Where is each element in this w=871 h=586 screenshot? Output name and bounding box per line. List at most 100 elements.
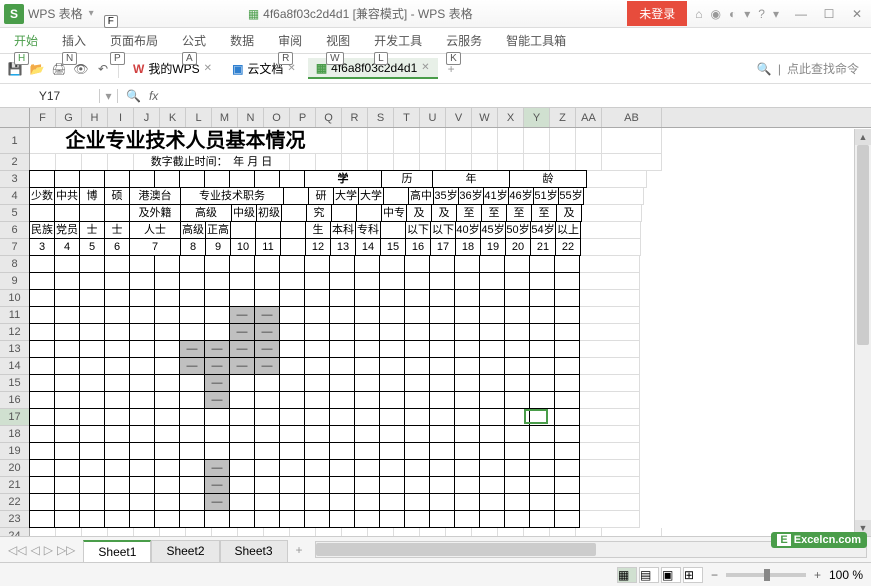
cell-X7[interactable]: 19 [480,238,506,256]
cell-U19[interactable] [404,442,430,460]
cell-Y8[interactable] [504,255,530,273]
cell-G11[interactable] [54,306,80,324]
cell-M24[interactable] [212,528,238,536]
cell-L24[interactable] [186,528,212,536]
cell-N12[interactable] [229,323,255,341]
cell-AB22[interactable] [580,494,640,511]
cell-I21[interactable] [104,476,130,494]
cell-L16[interactable] [179,391,205,409]
cell-P13[interactable] [279,340,305,358]
cell-V7[interactable]: 17 [430,238,456,256]
cell-V3[interactable]: 年 [432,170,510,188]
cell-F1[interactable]: 企业专业技术人员基本情况 [30,128,342,154]
cell-M21[interactable] [204,476,230,494]
cell-M11[interactable] [204,306,230,324]
cell-AB3[interactable] [587,171,647,188]
cell-J23[interactable] [129,510,155,528]
view-button-1[interactable]: ▤ [639,567,659,583]
cell-I17[interactable] [104,408,130,426]
cell-Y6[interactable]: 50岁 [505,221,531,239]
cell-L15[interactable] [179,374,205,392]
cell-Z13[interactable] [529,340,555,358]
cell-K15[interactable] [154,374,180,392]
cell-F10[interactable] [29,289,55,307]
cell-AA21[interactable] [554,476,580,494]
cell-AA2[interactable] [576,154,602,171]
zoom-out-button[interactable]: − [711,568,718,582]
cell-W23[interactable] [454,510,480,528]
cell-N5[interactable]: 中级 [231,204,257,222]
cell-O24[interactable] [264,528,290,536]
cell-I7[interactable]: 6 [104,238,130,256]
cell-Z11[interactable] [529,306,555,324]
cell-G15[interactable] [54,374,80,392]
name-box[interactable]: Y17 [0,89,100,103]
cell-Y12[interactable] [504,323,530,341]
cell-V17[interactable] [429,408,455,426]
col-header-S[interactable]: S [368,108,394,127]
cell-L11[interactable] [179,306,205,324]
cell-K9[interactable] [154,272,180,290]
cell-X16[interactable] [479,391,505,409]
cell-K24[interactable] [160,528,186,536]
cell-U2[interactable] [420,154,446,171]
cell-P4[interactable] [283,187,309,205]
cell-Y7[interactable]: 20 [505,238,531,256]
cell-AB9[interactable] [580,273,640,290]
app-menu-dropdown[interactable]: ▾ [89,8,94,19]
col-header-R[interactable]: R [342,108,368,127]
cell-K21[interactable] [154,476,180,494]
cell-Q13[interactable] [304,340,330,358]
cell-T15[interactable] [379,374,405,392]
cell-AB18[interactable] [580,426,640,443]
cell-AB8[interactable] [580,256,640,273]
cell-Y16[interactable] [504,391,530,409]
cell-Q8[interactable] [304,255,330,273]
cell-R1[interactable] [342,128,368,154]
cell-Q23[interactable] [304,510,330,528]
row-header-4[interactable]: 4 [0,188,29,205]
cell-V16[interactable] [429,391,455,409]
col-header-T[interactable]: T [394,108,420,127]
cell-M22[interactable] [204,493,230,511]
cell-R13[interactable] [329,340,355,358]
cell-H11[interactable] [79,306,105,324]
cell-L17[interactable] [179,408,205,426]
cell-G20[interactable] [54,459,80,477]
cell-Y13[interactable] [504,340,530,358]
cell-O11[interactable] [254,306,280,324]
cell-X21[interactable] [479,476,505,494]
command-search[interactable]: 点此查找命令 [787,60,859,77]
cell-AB19[interactable] [580,443,640,460]
cell-K20[interactable] [154,459,180,477]
cell-N22[interactable] [229,493,255,511]
cell-L22[interactable] [179,493,205,511]
cell-X22[interactable] [479,493,505,511]
cell-S4[interactable]: 大学 [358,187,384,205]
cell-G2[interactable] [56,154,82,171]
cell-I12[interactable] [104,323,130,341]
cell-G5[interactable] [54,204,80,222]
cell-S12[interactable] [354,323,380,341]
cell-F8[interactable] [29,255,55,273]
cell-AB17[interactable] [580,409,640,426]
cell-G6[interactable]: 党员 [54,221,80,239]
row-header-18[interactable]: 18 [0,426,29,443]
cell-AA13[interactable] [554,340,580,358]
cell-X10[interactable] [479,289,505,307]
cell-J10[interactable] [129,289,155,307]
col-header-O[interactable]: O [264,108,290,127]
cell-J21[interactable] [129,476,155,494]
cell-L13[interactable] [179,340,205,358]
cell-V11[interactable] [429,306,455,324]
cell-R23[interactable] [329,510,355,528]
cell-L18[interactable] [179,425,205,443]
cell-Z18[interactable] [529,425,555,443]
cell-U20[interactable] [404,459,430,477]
cell-W1[interactable] [472,128,498,154]
cell-T5[interactable]: 中专 [381,204,407,222]
cell-O21[interactable] [254,476,280,494]
cell-AB21[interactable] [580,477,640,494]
cell-K3[interactable] [154,170,180,188]
name-box-dropdown[interactable]: ▾ [100,89,118,103]
